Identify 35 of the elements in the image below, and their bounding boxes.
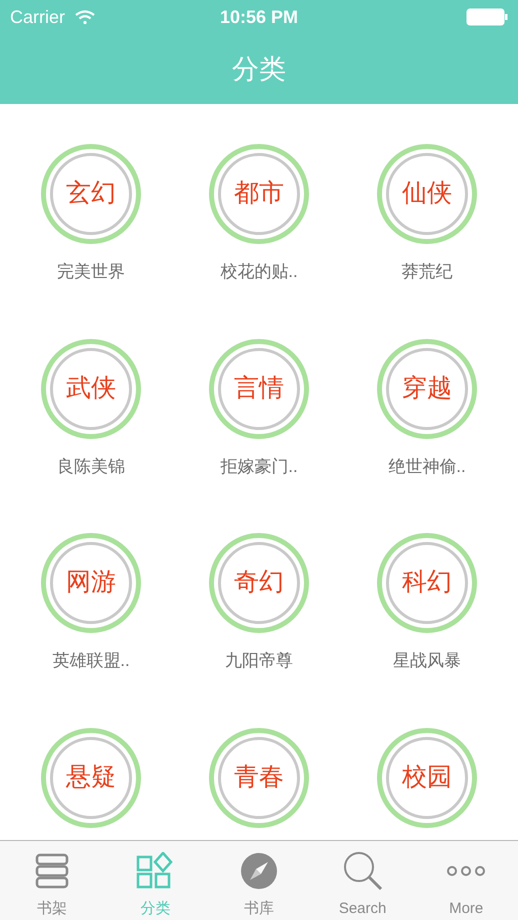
book-title: 绝世神偷..	[388, 456, 466, 478]
category-button[interactable]: 悬疑	[41, 728, 141, 828]
book-title: 完美世界	[57, 261, 125, 283]
status-time: 10:56 PM	[220, 6, 298, 28]
category-button[interactable]: 奇幻	[209, 533, 309, 633]
grid-icon	[136, 852, 174, 890]
tab-item[interactable]: 书架	[0, 841, 104, 920]
book-title: 英雄联盟..	[52, 650, 130, 672]
category-button[interactable]: 科幻	[377, 533, 477, 633]
category-button[interactable]: 言情	[209, 338, 309, 438]
battery-icon	[466, 8, 508, 26]
page-title: 分类	[232, 52, 286, 86]
category-button[interactable]: 青春	[209, 728, 309, 828]
book-title: 星战风暴	[393, 650, 461, 672]
book-title: 九阳帝尊	[225, 650, 293, 672]
stack-icon	[34, 852, 69, 888]
category-button[interactable]: 穿越	[377, 338, 477, 438]
search-icon	[342, 850, 384, 892]
book-title: 莽荒纪	[402, 261, 452, 283]
tab-item[interactable]: 书库	[207, 841, 311, 920]
book-title: 拒嫁豪门..	[220, 456, 298, 478]
category-button[interactable]: 武侠	[41, 338, 141, 438]
carrier-label: Carrier	[10, 6, 66, 28]
category-button[interactable]: 玄幻	[41, 144, 141, 244]
category-button[interactable]: 校园	[377, 728, 477, 828]
compass-icon	[240, 852, 278, 890]
tab-item[interactable]: Search	[310, 841, 414, 920]
tab-item[interactable]: More	[414, 841, 518, 920]
book-title: 校花的贴..	[220, 261, 298, 283]
wifi-icon	[75, 10, 96, 24]
category-button[interactable]: 都市	[209, 144, 309, 244]
category-button[interactable]: 仙侠	[377, 144, 477, 244]
category-button[interactable]: 网游	[41, 533, 141, 633]
more-icon	[446, 864, 486, 876]
book-title: 良陈美锦	[57, 456, 125, 478]
